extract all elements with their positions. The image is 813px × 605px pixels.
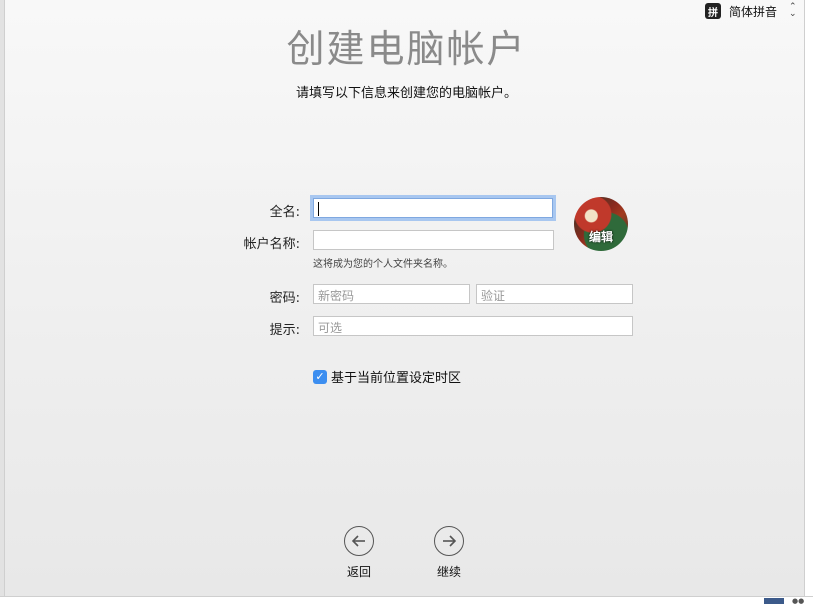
account-name-hint: 这将成为您的个人文件夹名称。 [313, 259, 453, 270]
continue-button[interactable] [434, 526, 464, 556]
dock-thumbnail [764, 598, 784, 604]
password-hint-field[interactable]: 可选 [313, 316, 633, 336]
timezone-label: 基于当前位置设定时区 [331, 371, 462, 386]
text-caret [318, 202, 319, 216]
full-name-field[interactable] [313, 198, 553, 218]
page-title: 创建电脑帐户 [286, 27, 527, 71]
timezone-option[interactable]: ✓ 基于当前位置设定时区 [313, 367, 461, 386]
pinyin-input-icon: 拼 [705, 3, 721, 19]
back-button[interactable] [344, 526, 374, 556]
back-label: 返回 [346, 565, 371, 579]
new-password-field[interactable]: 新密码 [313, 284, 470, 304]
arrow-left-icon [351, 535, 365, 547]
account-name-label: 帐户名称: [243, 237, 300, 252]
input-source-label: 简体拼音 [729, 4, 778, 19]
avatar-edit-label: 编辑 [588, 230, 613, 244]
account-name-field[interactable] [313, 230, 554, 250]
continue-label: 继续 [436, 565, 461, 579]
verify-password-field[interactable]: 验证 [476, 284, 633, 304]
timezone-checkbox[interactable]: ✓ [313, 369, 327, 384]
user-avatar[interactable]: 编辑 [574, 197, 628, 251]
arrow-right-icon [443, 535, 457, 547]
full-name-label: 全名: [269, 205, 300, 220]
hint-label: 提示: [269, 323, 300, 338]
chevron-updown-icon: ⌃ ⌄ [789, 2, 797, 19]
password-label: 密码: [269, 291, 300, 306]
page-subtitle: 请填写以下信息来创建您的电脑帐户。 [295, 86, 517, 101]
